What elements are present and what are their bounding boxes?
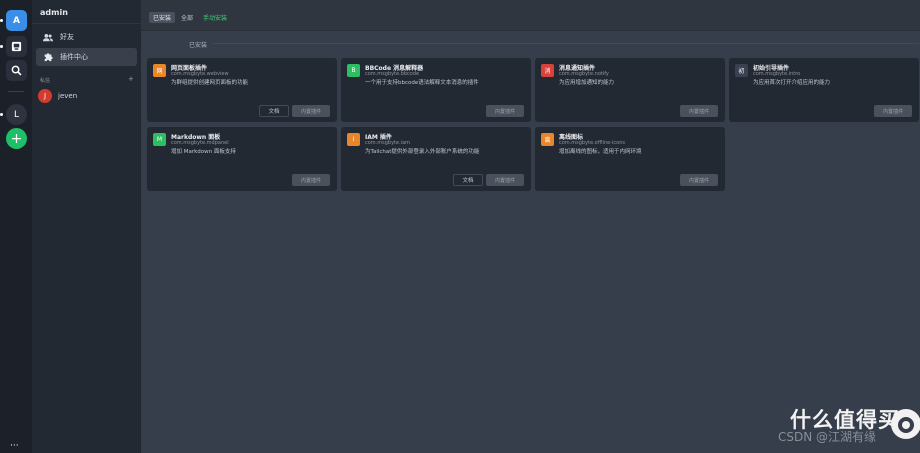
plugin-id: com.msgbyte.bbcode <box>365 71 420 77</box>
plugin-icon: 网 <box>153 64 166 77</box>
plugin-icon: I <box>347 133 360 146</box>
plugin-card: 初初始引导插件 com.msgbyte.intro 为应用首次打开介绍应用的能力 内置… <box>729 58 919 122</box>
plugin-description: 为应用增加通知的能力 <box>559 80 615 86</box>
group-divider <box>213 43 919 44</box>
group-avatar-button[interactable]: L <box>6 104 27 125</box>
plugin-description: 为应用首次打开介绍应用的能力 <box>753 80 831 86</box>
unread-indicator <box>0 45 3 48</box>
builtin-plugin-button: 内置插件 <box>486 174 524 186</box>
tab-manual-install[interactable]: 手动安装 <box>203 12 227 23</box>
sidebar-item-plugins[interactable]: 插件中心 <box>36 48 137 66</box>
avatar: J <box>38 89 52 103</box>
builtin-plugin-button: 内置插件 <box>680 105 718 117</box>
friends-icon <box>42 31 54 43</box>
tab-bar: 已安装 全部 手动安装 <box>141 0 920 31</box>
plugin-card: 网网页面板插件 com.msgbyte.webview 为群组提供创建网页面板的功能… <box>147 58 337 122</box>
plugin-card: 离离线图标 com.msgbyte.offline-icons 增加离线的图标，适用… <box>535 127 725 191</box>
plugin-description: 为Tailchat提供外部登录入外部账户系统的功能 <box>365 149 480 155</box>
server-rail: A L + ··· <box>0 0 32 453</box>
sidebar-item-label: 插件中心 <box>60 53 88 61</box>
plugin-icon: M <box>153 133 166 146</box>
plugin-icon: 离 <box>541 133 554 146</box>
puzzle-icon <box>42 51 54 63</box>
plugin-icon: 初 <box>735 64 748 77</box>
plugin-description: 为群组提供创建网页面板的功能 <box>171 80 249 86</box>
plugin-card: 消消息通知插件 com.msgbyte.notify 为应用增加通知的能力 内置插件 <box>535 58 725 122</box>
plugin-id: com.msgbyte.notify <box>559 71 609 77</box>
doc-button[interactable]: 文档 <box>453 174 483 186</box>
doc-button[interactable]: 文档 <box>259 105 289 117</box>
search-icon <box>11 65 22 76</box>
builtin-plugin-button: 内置插件 <box>874 105 912 117</box>
rail-divider <box>8 91 24 92</box>
sidebar-item-friends[interactable]: 好友 <box>36 28 137 46</box>
builtin-plugin-button: 内置插件 <box>680 174 718 186</box>
plugin-card: I IAM 插件 com.msgbyte.iam 为Tailchat提供外部登录入外部… <box>341 127 531 191</box>
plugin-description: 一个用于支持bbcode语法解释文本消息的插件 <box>365 80 479 86</box>
plugin-id: com.msgbyte.offline-icons <box>559 140 625 146</box>
search-button[interactable] <box>6 60 27 81</box>
sidebar-item-label: 好友 <box>60 33 74 41</box>
plugin-icon: B <box>347 64 360 77</box>
builtin-plugin-button: 内置插件 <box>292 105 330 117</box>
dm-user-name: jeven <box>58 92 78 100</box>
plugin-card: M Markdown 面板 com.msgbyte.mdpanel 增加 Markdo… <box>147 127 337 191</box>
plugin-id: com.msgbyte.mdpanel <box>171 140 229 146</box>
tab-installed[interactable]: 已安装 <box>149 12 175 23</box>
builtin-plugin-button: 内置插件 <box>292 174 330 186</box>
sidebar-title: admin <box>40 8 68 17</box>
inbox-button[interactable] <box>6 36 27 57</box>
inbox-icon <box>11 41 22 52</box>
sidebar-divider <box>32 23 141 24</box>
plugin-id: com.msgbyte.webview <box>171 71 229 77</box>
plugin-id: com.msgbyte.iam <box>365 140 410 146</box>
group-indicator <box>0 113 3 116</box>
tab-all[interactable]: 全部 <box>181 12 193 23</box>
personal-avatar-button[interactable]: A <box>6 10 27 31</box>
sidebar: admin 好友 插件中心 私信 + J jeven <box>32 0 141 453</box>
plugin-description: 增加 Markdown 面板支持 <box>171 149 236 155</box>
dm-section-label: 私信 <box>40 78 51 84</box>
plugin-id: com.msgbyte.intro <box>753 71 801 77</box>
plugin-center: 已安装 全部 手动安装 已安装 网网页面板插件 com.msgbyte.webvi… <box>141 0 920 453</box>
plugin-card: B BBCode 消息解释器 com.msgbyte.bbcode 一个用于支持bbc… <box>341 58 531 122</box>
more-menu-icon[interactable]: ··· <box>10 441 19 451</box>
group-label: 已安装 <box>189 42 208 49</box>
active-indicator <box>0 19 3 22</box>
builtin-plugin-button: 内置插件 <box>486 105 524 117</box>
add-dm-button[interactable]: + <box>128 75 134 83</box>
add-group-button[interactable]: + <box>6 128 27 149</box>
dm-item-jeven[interactable]: J jeven <box>38 89 77 103</box>
watermark-csdn: CSDN @江湖有缘 <box>778 430 877 444</box>
plugin-description: 增加离线的图标，适用于内网环境 <box>559 149 642 155</box>
plugin-icon: 消 <box>541 64 554 77</box>
